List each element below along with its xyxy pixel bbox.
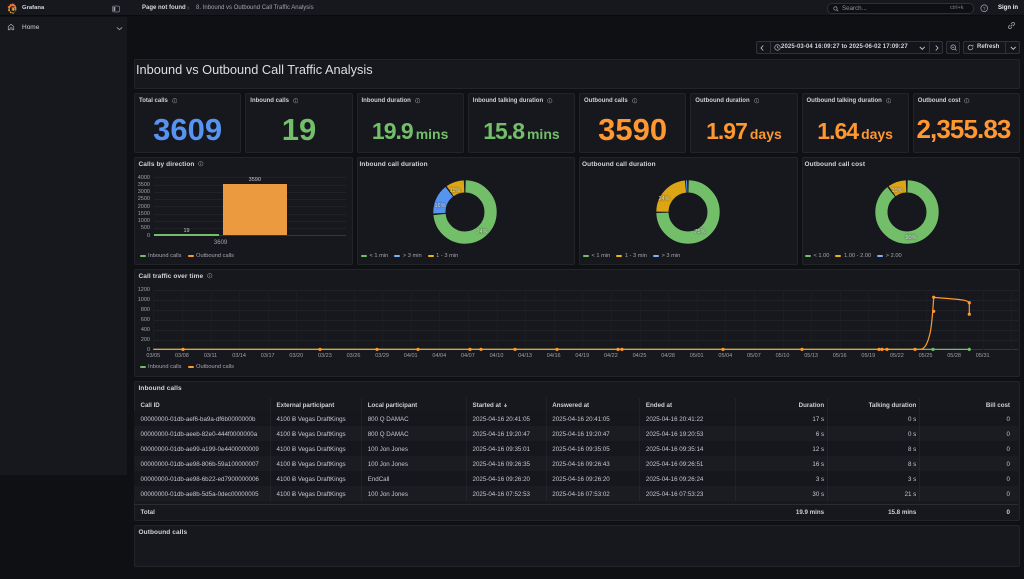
svg-text:?: ? — [983, 6, 986, 11]
